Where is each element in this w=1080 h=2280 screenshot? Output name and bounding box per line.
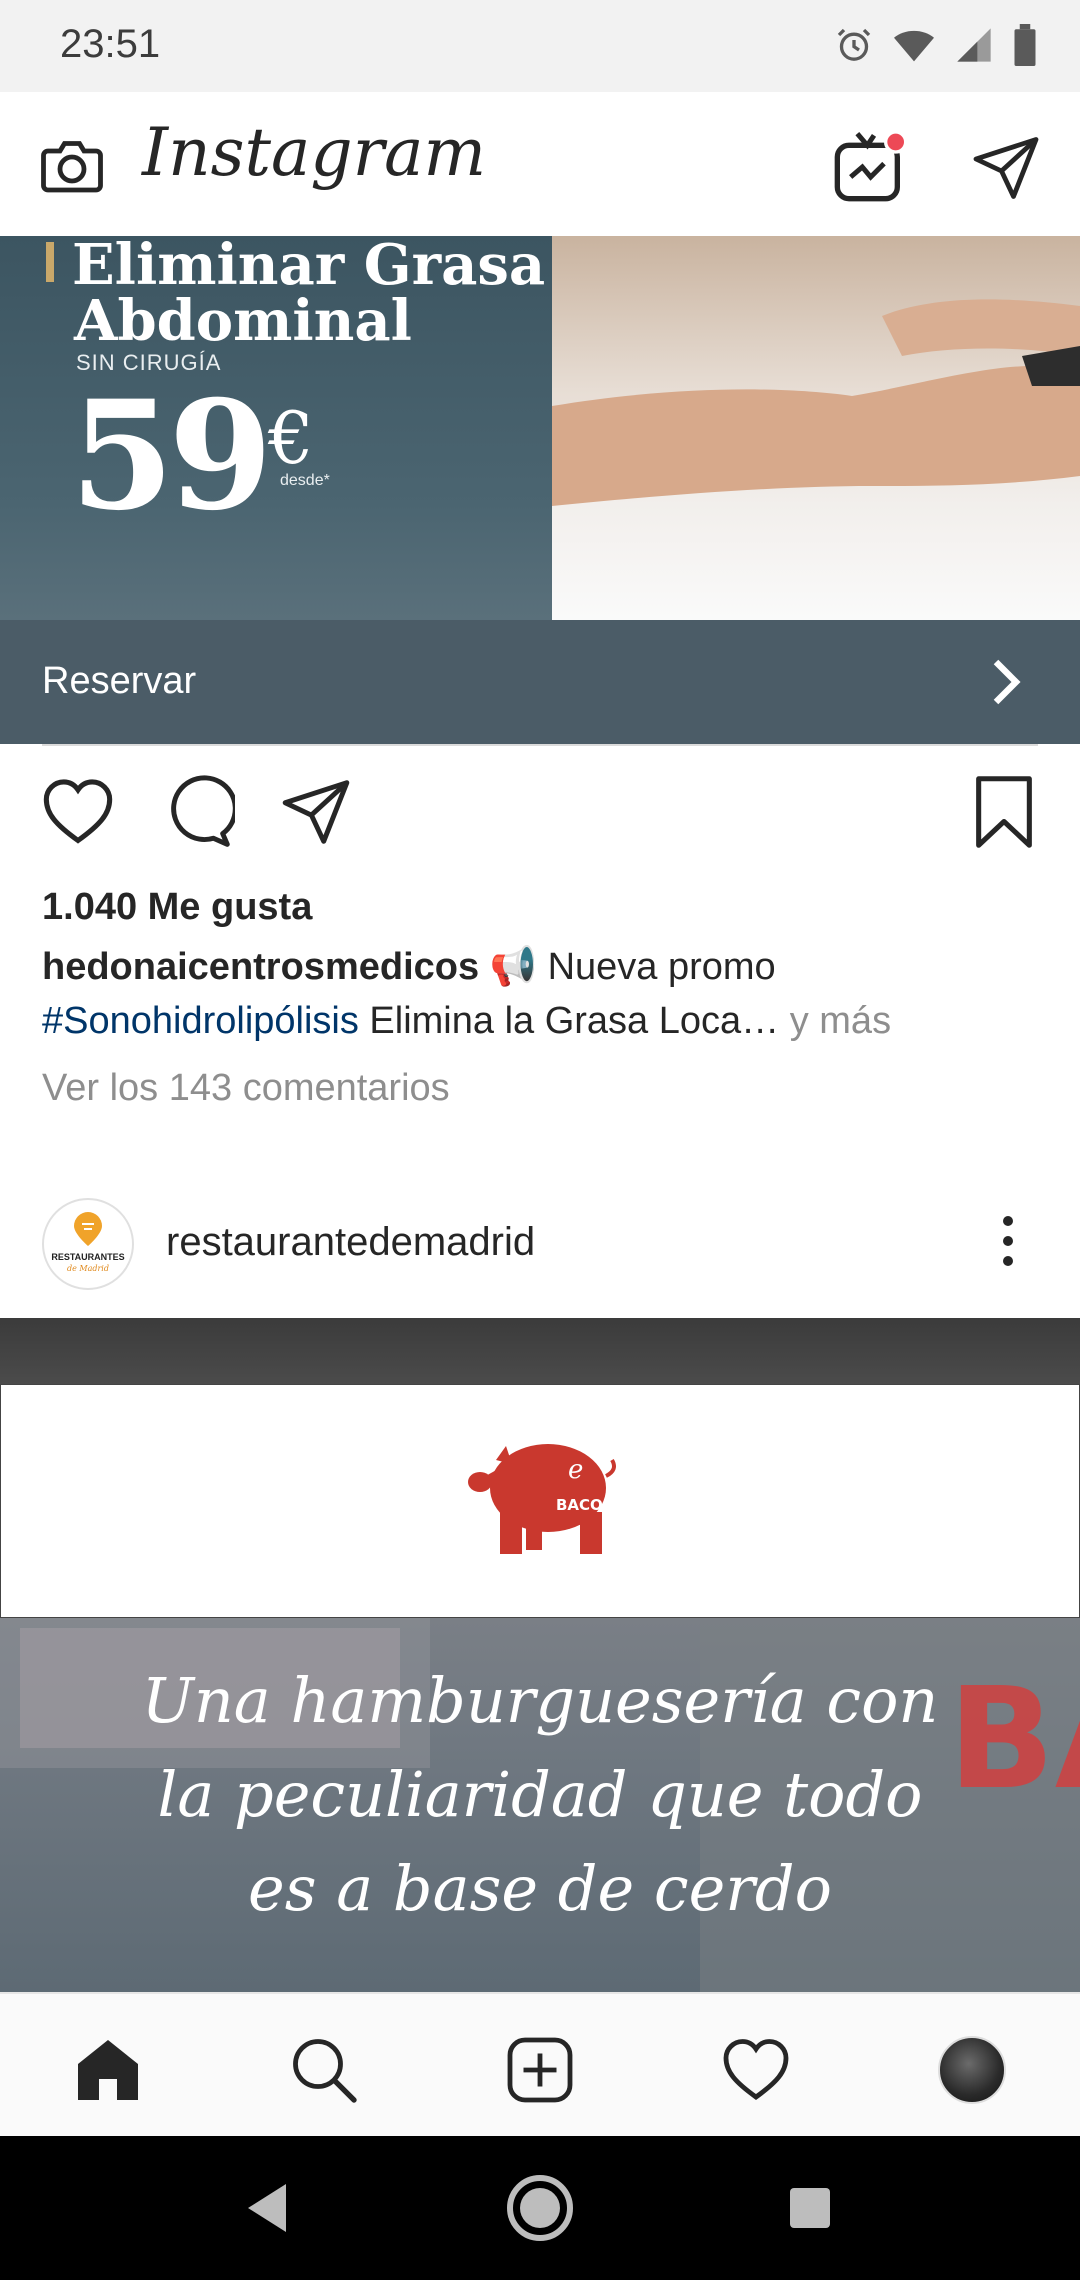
paper-plane-icon xyxy=(282,780,350,844)
divider xyxy=(42,744,1038,746)
battery-icon xyxy=(1014,24,1036,66)
igtv-icon xyxy=(834,130,908,202)
camera-button[interactable] xyxy=(34,128,110,204)
instagram-logo: Instagram xyxy=(142,114,487,191)
top-bar: Instagram xyxy=(0,92,1080,238)
recents-button[interactable] xyxy=(774,2172,846,2244)
ad-price: 59 xyxy=(70,368,273,544)
avatar-text-bottom: de Madrid xyxy=(67,1264,109,1273)
nav-profile[interactable] xyxy=(932,2030,1012,2110)
more-link[interactable]: y más xyxy=(790,1000,891,1042)
status-bar: 23:51 xyxy=(0,0,1080,92)
likes-count[interactable]: 1.040 Me gusta xyxy=(42,886,312,929)
ad-price-note: desde* xyxy=(280,472,330,489)
image-caption-line1: Una hamburguesería con xyxy=(141,1664,939,1737)
caption-username[interactable]: hedonaicentrosmedicos xyxy=(42,946,479,988)
save-button[interactable] xyxy=(962,770,1046,854)
ad-photo-background xyxy=(552,236,1080,620)
caption-line2: #Sonohidrolipólisis Elimina la Grasa Loc… xyxy=(42,1000,891,1043)
share-button[interactable] xyxy=(274,770,358,854)
igtv-button[interactable] xyxy=(824,122,914,212)
svg-text:e: e xyxy=(568,1455,583,1485)
cta-label: Reservar xyxy=(42,660,197,702)
caption-text: Nueva promo xyxy=(547,946,776,988)
ad-image[interactable]: Eliminar Grasa Abdominal SIN CIRUGÍA 59 … xyxy=(0,236,1080,620)
view-comments-link[interactable]: Ver los 143 comentarios xyxy=(42,1067,450,1110)
nav-activity[interactable] xyxy=(716,2030,796,2110)
back-triangle-icon xyxy=(248,2184,286,2232)
caption-rest: Elimina la Grasa Loca… xyxy=(369,1000,780,1042)
image-caption-line2: la peculiaridad que todo xyxy=(157,1758,923,1831)
megaphone-emoji: 📢 xyxy=(489,946,538,988)
add-post-icon xyxy=(507,2037,573,2103)
chevron-right-icon xyxy=(993,659,1021,705)
nav-home[interactable] xyxy=(68,2030,148,2110)
avatar[interactable]: RESTAURANTES de Madrid xyxy=(42,1198,134,1290)
pig-icon: BACON e xyxy=(468,1444,616,1554)
paper-plane-icon xyxy=(973,137,1039,199)
home-system-button[interactable] xyxy=(504,2172,576,2244)
alarm-icon xyxy=(837,28,871,61)
nav-new-post[interactable] xyxy=(500,2030,580,2110)
ad-accent-bar xyxy=(46,242,54,282)
recents-square-icon xyxy=(790,2188,830,2228)
restaurant-logo: RESTAURANTES de Madrid xyxy=(51,1212,125,1273)
profile-avatar xyxy=(938,2036,1006,2104)
caption-line1: hedonaicentrosmedicos 📢 Nueva promo xyxy=(42,945,776,989)
post-image[interactable]: BAC BACON e Una hamburguesería con la pe… xyxy=(0,1318,1080,1992)
image-top-band xyxy=(0,1318,1080,1384)
heart-icon xyxy=(43,779,113,844)
camera-icon xyxy=(41,141,103,193)
speech-bubble-icon xyxy=(171,775,235,847)
ad-currency: € xyxy=(268,396,314,480)
home-icon xyxy=(78,2040,138,2100)
post-actions xyxy=(0,770,1080,880)
post-header: RESTAURANTES de Madrid restaurantedemadr… xyxy=(0,1180,1080,1300)
more-options-button[interactable] xyxy=(996,1206,1020,1276)
pig-logo-text: BACON xyxy=(556,1496,615,1514)
post-username[interactable]: restaurantedemadrid xyxy=(166,1220,535,1265)
avatar-text-top: RESTAURANTES xyxy=(51,1252,124,1262)
bookmark-icon xyxy=(976,776,1032,848)
signal-icon xyxy=(957,28,991,62)
like-button[interactable] xyxy=(36,770,120,854)
bacon-pig-logo: BACON e xyxy=(456,1426,616,1571)
heart-icon xyxy=(723,2039,789,2100)
back-button[interactable] xyxy=(232,2172,304,2244)
status-time: 23:51 xyxy=(60,22,161,66)
comment-button[interactable] xyxy=(156,770,240,854)
image-caption-line3: es a base de cerdo xyxy=(248,1852,832,1925)
more-vertical-icon xyxy=(1003,1216,1013,1266)
nav-search[interactable] xyxy=(284,2030,364,2110)
hashtag-link[interactable]: #Sonohidrolipólisis xyxy=(42,1000,359,1042)
status-icons xyxy=(834,24,1038,66)
wifi-icon xyxy=(894,30,934,62)
direct-messages-button[interactable] xyxy=(966,128,1046,208)
home-circle-icon xyxy=(507,2175,573,2241)
bottom-navigation xyxy=(0,1992,1080,2138)
ad-headline-line2: Abdominal xyxy=(74,288,412,354)
arm-illustration xyxy=(552,299,1080,506)
search-icon xyxy=(293,2039,357,2103)
reservar-cta-button[interactable]: Reservar xyxy=(0,620,1080,744)
system-navigation-bar xyxy=(0,2136,1080,2280)
